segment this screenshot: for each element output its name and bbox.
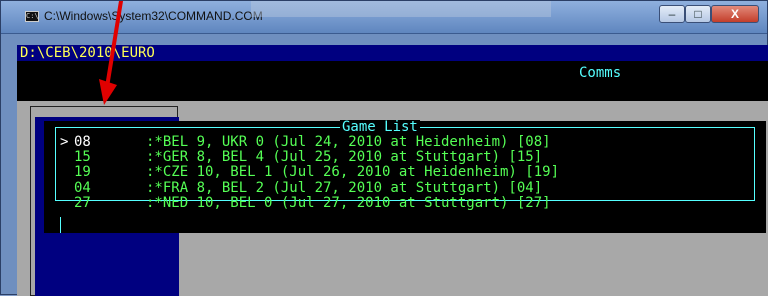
command-window: C:\ C:\Windows\System32\COMMAND.COM – □ … [0,0,768,296]
window-title: C:\Windows\System32\COMMAND.COM [44,9,263,23]
game-row[interactable]: 27 :*NED 10, BEL 0 (Jul 27, 2010 at Stutt… [60,194,559,211]
game-list: >08 :*BEL 9, UKR 0 (Jul 24, 2010 at Heide… [60,134,559,211]
minimize-button[interactable]: – [659,5,685,23]
game-desc: :*FRA 8, BEL 2 (Jul 27, 2010 at Stuttgar… [146,179,543,196]
game-id: 04 [74,179,91,196]
game-row[interactable]: 15 :*GER 8, BEL 4 (Jul 25, 2010 at Stuttg… [60,150,559,165]
game-list-dialog: Game List >08 :*BEL 9, UKR 0 (Jul 24, 201… [44,120,766,233]
game-desc: :*CZE 10, BEL 1 (Jul 26, 2010 at Heidenh… [146,164,560,181]
console-app-icon[interactable]: C:\ [25,11,39,22]
game-desc: :*GER 8, BEL 4 (Jul 25, 2010 at Stuttgar… [146,149,543,166]
left-gray-panel [17,101,25,296]
selection-marker: > [60,134,69,150]
comms-label: Comms [579,65,622,81]
close-button[interactable]: X [711,5,759,23]
game-list-title: Game List [340,119,420,135]
game-id: 08 [74,134,91,150]
game-id: 15 [74,149,91,166]
game-row[interactable]: 04 :*FRA 8, BEL 2 (Jul 27, 2010 at Stuttg… [60,179,559,196]
background-window-strip [251,1,551,17]
game-id: 27 [74,194,91,211]
game-desc: :*NED 10, BEL 0 (Jul 27, 2010 at Stuttga… [146,194,551,211]
maximize-button[interactable]: □ [685,5,711,23]
game-row[interactable]: >08 :*BEL 9, UKR 0 (Jul 24, 2010 at Heide… [60,134,559,150]
annotation-arrow-icon [99,1,123,105]
game-id: 19 [74,164,91,181]
game-row[interactable]: 19 :*CZE 10, BEL 1 (Jul 26, 2010 at Heide… [60,165,559,180]
game-desc: :*BEL 9, UKR 0 (Jul 24, 2010 at Heidenhe… [146,134,551,150]
text-cursor [60,217,61,233]
game-list-frame: Game List >08 :*BEL 9, UKR 0 (Jul 24, 201… [55,120,755,211]
